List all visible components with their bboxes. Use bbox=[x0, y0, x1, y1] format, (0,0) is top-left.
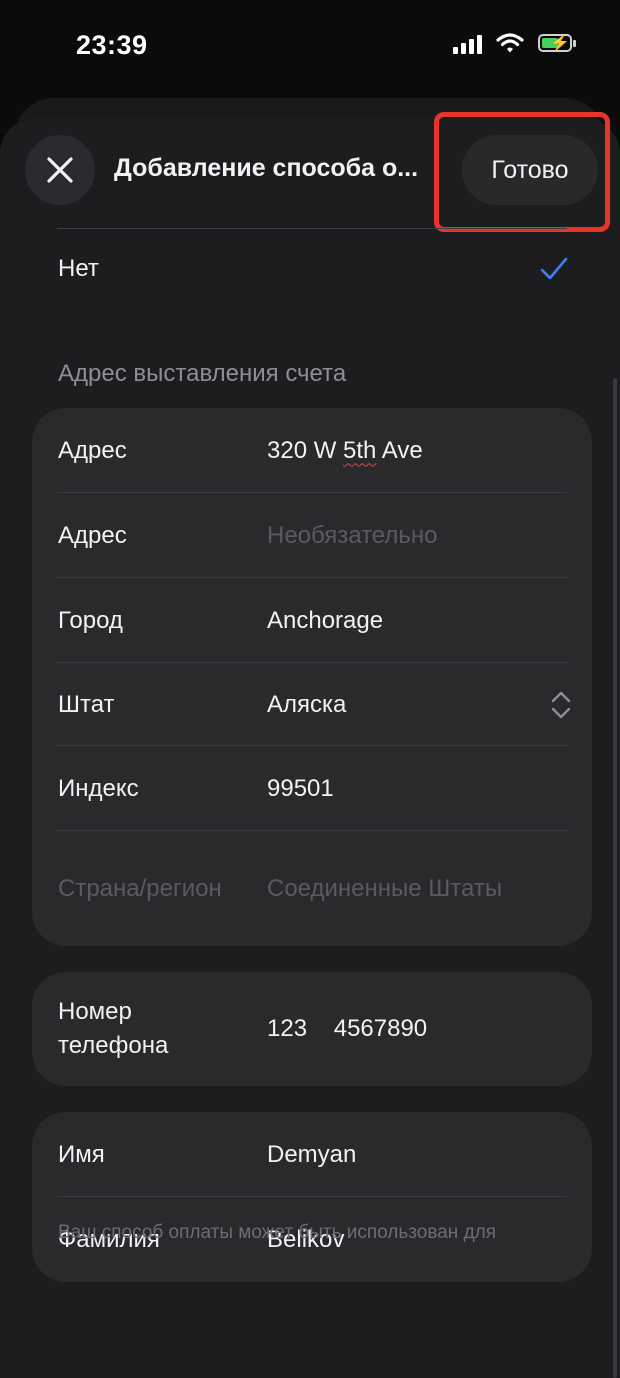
wifi-icon bbox=[496, 33, 524, 53]
chevron-up-down-icon bbox=[551, 691, 571, 718]
first-name-label: Имя bbox=[58, 1140, 105, 1168]
payment-method-card: Нет bbox=[32, 118, 592, 310]
city-label: Город bbox=[58, 606, 123, 634]
phone-label: Номер телефона bbox=[58, 998, 169, 1059]
payment-option-none-label: Нет bbox=[58, 255, 99, 282]
scrollbar[interactable] bbox=[613, 378, 617, 1378]
billing-address-card: Адрес 320 W 5th Ave Адрес Необязательно … bbox=[32, 408, 592, 946]
country-row: Страна/регион Соединенные Штаты bbox=[32, 831, 592, 946]
country-value: Соединенные Штаты bbox=[267, 874, 503, 902]
battery-charging-icon: ⚡ bbox=[538, 34, 576, 52]
state-select[interactable]: Аляска bbox=[267, 691, 346, 719]
city-input[interactable]: Anchorage bbox=[267, 607, 383, 635]
address-line2-label: Адрес bbox=[58, 521, 127, 549]
zip-input[interactable]: 99501 bbox=[267, 775, 334, 803]
state-row[interactable]: Штат Аляска bbox=[32, 663, 592, 746]
payment-option-none[interactable]: Нет bbox=[32, 228, 592, 310]
address-line1-label: Адрес bbox=[58, 436, 127, 464]
name-card: Имя Demyan Фамилия Belikov bbox=[32, 1112, 592, 1282]
first-name-row[interactable]: Имя Demyan bbox=[32, 1112, 592, 1197]
address-line2-input[interactable]: Необязательно bbox=[267, 522, 437, 550]
phone-card: Номер телефона 123 4567890 bbox=[32, 972, 592, 1086]
address-line1-value[interactable]: 320 W 5th Ave bbox=[267, 437, 423, 465]
first-name-input[interactable]: Demyan bbox=[267, 1141, 356, 1169]
state-label: Штат bbox=[58, 690, 115, 718]
zip-label: Индекс bbox=[58, 774, 139, 802]
phone-row[interactable]: Номер телефона 123 4567890 bbox=[32, 972, 592, 1086]
footer-note: Ваш способ оплаты может быть использован… bbox=[58, 1222, 497, 1243]
cellular-signal-icon bbox=[453, 32, 482, 54]
phone-input[interactable]: 123 4567890 bbox=[267, 1015, 427, 1043]
address-line1-row[interactable]: Адрес 320 W 5th Ave bbox=[32, 408, 592, 493]
zip-row[interactable]: Индекс 99501 bbox=[32, 746, 592, 831]
billing-section-header: Адрес выставления счета bbox=[58, 360, 347, 387]
status-time: 23:39 bbox=[76, 30, 148, 60]
address-line2-row[interactable]: Адрес Необязательно bbox=[32, 493, 592, 578]
status-bar: 23:39 ⚡ bbox=[0, 0, 620, 95]
checkmark-icon bbox=[540, 257, 568, 280]
country-label: Страна/регион bbox=[58, 874, 222, 902]
city-row[interactable]: Город Anchorage bbox=[32, 578, 592, 663]
add-payment-sheet: Добавление способа о... Готово Нет Адрес… bbox=[0, 112, 620, 1378]
status-icons: ⚡ bbox=[453, 32, 576, 54]
